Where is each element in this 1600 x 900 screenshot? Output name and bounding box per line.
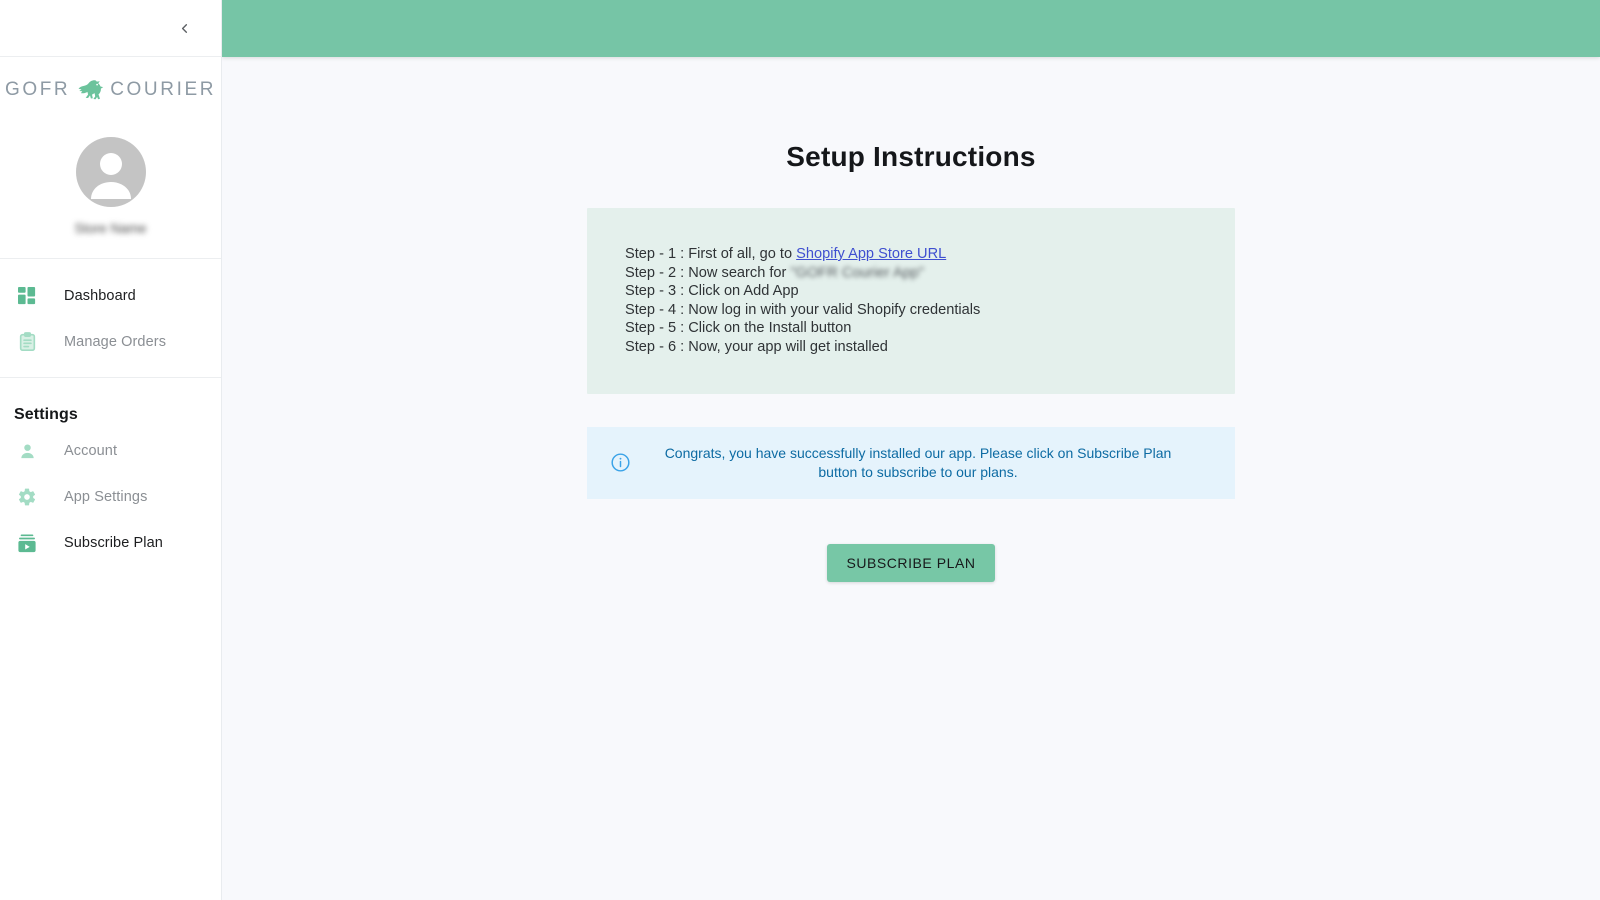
main-area: Setup Instructions Step - 1 : First of a… — [222, 0, 1600, 900]
sidebar-item-dashboard[interactable]: Dashboard — [0, 273, 221, 319]
sidebar-item-account[interactable]: Account — [0, 428, 221, 474]
alert-message: Congrats, you have successfully installe… — [653, 444, 1209, 482]
brand-logo[interactable]: GOFR COURIER — [0, 57, 221, 119]
top-header-bar — [222, 0, 1600, 57]
step-text: Step - 6 : Now, your app will get instal… — [625, 339, 888, 355]
subscribe-button-row: SUBSCRIBE PLAN — [222, 544, 1600, 582]
avatar — [76, 137, 146, 207]
step-item: Step - 5 : Click on the Install button — [625, 319, 1235, 338]
step-item: Step - 2 : Now search for "GOFR Courier … — [625, 264, 1235, 283]
chevron-left-icon — [177, 21, 192, 36]
sidebar-primary-nav: Dashboard Manage Orders — [0, 259, 221, 378]
user-avatar-icon — [76, 137, 146, 207]
step-text: Step - 2 : Now search for — [625, 265, 790, 281]
sidebar-topbar — [0, 0, 221, 57]
step-text: Step - 1 : First of all, go to — [625, 246, 796, 262]
sidebar-item-label: Subscribe Plan — [64, 535, 163, 551]
person-icon — [14, 438, 40, 464]
page-title: Setup Instructions — [222, 141, 1600, 173]
sidebar: GOFR COURIER Store Name — [0, 0, 222, 900]
shopify-app-store-link[interactable]: Shopify App Store URL — [796, 246, 946, 262]
brand-word-left: GOFR — [5, 79, 70, 101]
step-text: Step - 4 : Now log in with your valid Sh… — [625, 302, 980, 318]
step-text: Step - 5 : Click on the Install button — [625, 320, 851, 336]
sidebar-item-label: Dashboard — [64, 288, 136, 304]
step-item: Step - 4 : Now log in with your valid Sh… — [625, 301, 1235, 320]
sidebar-item-subscribe-plan[interactable]: Subscribe Plan — [0, 520, 221, 566]
sidebar-settings-nav: Settings Account App Settings — [0, 378, 221, 578]
sidebar-item-label: App Settings — [64, 489, 147, 505]
gear-icon — [14, 484, 40, 510]
step-item: Step - 3 : Click on Add App — [625, 282, 1235, 301]
sidebar-section-heading: Settings — [0, 392, 221, 428]
clipboard-icon — [14, 329, 40, 355]
sidebar-collapse-button[interactable] — [171, 15, 197, 41]
main-content: Setup Instructions Step - 1 : First of a… — [222, 57, 1600, 900]
app-root: GOFR COURIER Store Name — [0, 0, 1600, 900]
subscribe-plan-button[interactable]: SUBSCRIBE PLAN — [827, 544, 994, 582]
subscriptions-icon — [14, 530, 40, 556]
step-text: Step - 3 : Click on Add App — [625, 283, 799, 299]
brand-word-right: COURIER — [110, 79, 216, 101]
sidebar-item-label: Account — [64, 443, 117, 459]
install-success-alert: Congrats, you have successfully installe… — [587, 427, 1235, 499]
info-circle-icon — [609, 452, 631, 474]
step-blurred-app-name: "GOFR Courier App" — [790, 265, 924, 281]
sidebar-item-app-settings[interactable]: App Settings — [0, 474, 221, 520]
dashboard-grid-icon — [14, 283, 40, 309]
sidebar-item-label: Manage Orders — [64, 334, 166, 350]
setup-steps-card: Step - 1 : First of all, go to Shopify A… — [587, 208, 1235, 394]
dinosaur-icon — [73, 76, 107, 104]
store-name: Store Name — [74, 221, 146, 236]
sidebar-item-manage-orders[interactable]: Manage Orders — [0, 319, 221, 365]
sidebar-profile: Store Name — [0, 119, 221, 259]
step-item: Step - 6 : Now, your app will get instal… — [625, 338, 1235, 357]
step-item: Step - 1 : First of all, go to Shopify A… — [625, 245, 1235, 264]
